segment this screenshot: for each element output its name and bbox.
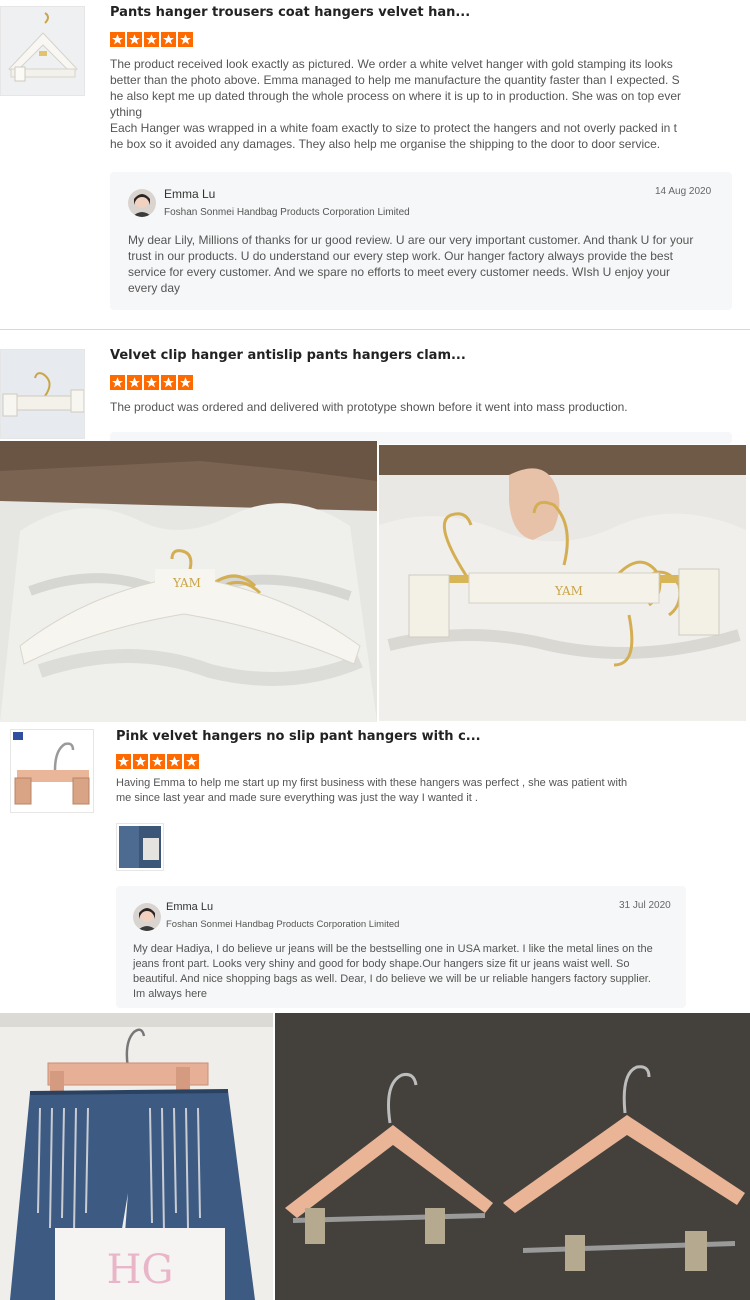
reply-author-name: Emma Lu bbox=[164, 187, 216, 201]
star-icon bbox=[110, 375, 125, 390]
reply-text-line: My dear Lily, Millions of thanks for ur … bbox=[128, 233, 694, 247]
supplier-reply: Emma Lu Foshan Sonmei Handbag Products C… bbox=[110, 172, 732, 310]
reply-text-line: beautiful. And nice shopping bags as wel… bbox=[133, 973, 651, 985]
star-icon bbox=[127, 32, 142, 47]
reply-company-name: Foshan Sonmei Handbag Products Corporati… bbox=[166, 919, 400, 930]
reply-text: My dear Hadiya, I do believe ur jeans wi… bbox=[133, 942, 681, 1002]
review-text: Having Emma to help me start up my first… bbox=[116, 776, 696, 806]
reply-date: 31 Jul 2020 bbox=[619, 900, 671, 911]
supplier-reply: Emma Lu Foshan Sonmei Handbag Products C… bbox=[116, 886, 686, 1008]
hanger-brand-label: YAM bbox=[172, 576, 201, 590]
product-thumbnail[interactable] bbox=[0, 349, 85, 439]
reply-text-line: jeans front part. Looks very shiny and g… bbox=[133, 958, 630, 970]
section-divider bbox=[0, 329, 750, 330]
review-text: The product received look exactly as pic… bbox=[110, 56, 710, 152]
star-icon bbox=[161, 375, 176, 390]
pink-clip-hanger-image bbox=[11, 730, 93, 812]
reply-text-line: every day bbox=[128, 281, 181, 295]
reply-date: 14 Aug 2020 bbox=[655, 186, 712, 197]
star-icon bbox=[178, 375, 193, 390]
clip-hanger-image bbox=[1, 350, 84, 438]
star-icon bbox=[178, 32, 193, 47]
avatar bbox=[133, 903, 161, 931]
review-photo[interactable]: YAM bbox=[0, 441, 377, 722]
star-icon bbox=[184, 754, 199, 769]
reply-company-name: Foshan Sonmei Handbag Products Corporati… bbox=[164, 207, 410, 218]
review-photo[interactable]: YAM bbox=[379, 445, 746, 721]
jeans-photo-thumb bbox=[119, 826, 161, 868]
review-title[interactable]: Pants hanger trousers coat hangers velve… bbox=[110, 5, 470, 20]
review-text-line: Each Hanger was wrapped in a white foam … bbox=[110, 121, 677, 135]
review-text-line: me since last year and made sure everyth… bbox=[116, 792, 478, 804]
star-icon bbox=[133, 754, 148, 769]
review-text-line: ything bbox=[110, 105, 143, 119]
star-icon bbox=[116, 754, 131, 769]
review-text-line: he also kept me up dated through the who… bbox=[110, 89, 682, 103]
reply-author-name: Emma Lu bbox=[166, 901, 214, 913]
review-text-line: better than the photo above. Emma manage… bbox=[110, 73, 680, 87]
review-text-line: Having Emma to help me start up my first… bbox=[116, 777, 628, 789]
review-title[interactable]: Pink velvet hangers no slip pant hangers… bbox=[116, 729, 481, 744]
avatar bbox=[128, 189, 156, 217]
star-icon bbox=[127, 375, 142, 390]
reply-text-line: trust in our products. U do understand o… bbox=[128, 249, 673, 263]
reply-text-line: service for every customer. And we spare… bbox=[128, 265, 671, 279]
review-photo[interactable]: HG bbox=[0, 1013, 273, 1300]
star-rating bbox=[116, 754, 199, 769]
star-icon bbox=[150, 754, 165, 769]
svg-text:HG: HG bbox=[107, 1247, 174, 1293]
product-thumbnail[interactable] bbox=[10, 729, 94, 813]
star-icon bbox=[167, 754, 182, 769]
white-hanger-box-photo: YAM bbox=[0, 441, 377, 722]
white-hanger-image bbox=[1, 7, 84, 95]
star-icon bbox=[144, 32, 159, 47]
product-thumbnail[interactable] bbox=[0, 6, 85, 96]
star-rating bbox=[110, 32, 193, 47]
reply-text-line: Im always here bbox=[133, 988, 207, 1000]
review-photo[interactable] bbox=[275, 1013, 750, 1300]
review-text-line: The product received look exactly as pic… bbox=[110, 57, 673, 71]
star-icon bbox=[161, 32, 176, 47]
star-icon bbox=[110, 32, 125, 47]
hanger-brand-label: YAM bbox=[554, 584, 583, 598]
reply-text-line: My dear Hadiya, I do believe ur jeans wi… bbox=[133, 943, 653, 955]
star-icon bbox=[144, 375, 159, 390]
reply-text: My dear Lily, Millions of thanks for ur … bbox=[128, 232, 723, 296]
jeans-pink-hanger-photo: HG bbox=[0, 1013, 273, 1300]
clip-hangers-photo: YAM bbox=[379, 445, 746, 721]
pink-hangers-photo bbox=[275, 1013, 750, 1300]
review-title[interactable]: Velvet clip hanger antislip pants hanger… bbox=[110, 348, 466, 363]
review-attachment-thumbnail[interactable] bbox=[116, 823, 164, 871]
review-text-line: he box so it avoided any damages. They a… bbox=[110, 137, 661, 151]
review-text: The product was ordered and delivered wi… bbox=[110, 400, 628, 414]
star-rating bbox=[110, 375, 193, 390]
